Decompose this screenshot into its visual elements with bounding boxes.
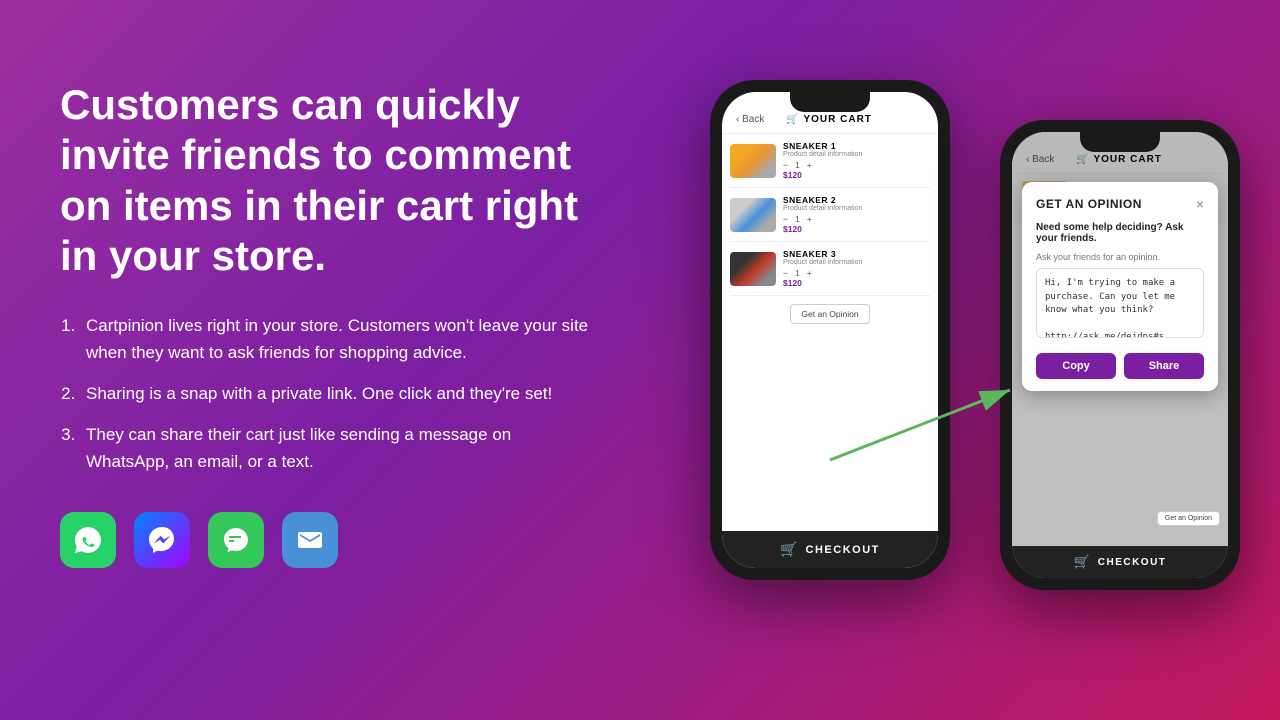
item3-details: SNEAKER 3 Product detail information − 1… <box>783 249 930 288</box>
list-item-1: Cartpinion lives right in your store. Cu… <box>80 312 590 366</box>
checkout-bar-2: 🛒 CHECKOUT <box>1012 546 1228 578</box>
headline: Customers can quickly invite friends to … <box>60 80 590 282</box>
item1-details: SNEAKER 1 Product detail information − 1… <box>783 141 930 180</box>
sneaker3-img <box>730 252 776 286</box>
left-section: Customers can quickly invite friends to … <box>60 80 590 568</box>
qty-minus-3[interactable]: − <box>783 268 788 278</box>
feature-list: Cartpinion lives right in your store. Cu… <box>60 312 590 476</box>
get-opinion-btn-1[interactable]: Get an Opinion <box>790 304 869 324</box>
item3-price: $120 <box>783 278 930 288</box>
qty-minus-1[interactable]: − <box>783 160 788 170</box>
phone-1-screen: ‹ Back 🛒 YOUR CART SNEAKER 1 Product det… <box>722 92 938 568</box>
item3-name: SNEAKER 3 <box>783 249 930 259</box>
messenger-icon <box>134 512 190 568</box>
list-item-3: They can share their cart just like send… <box>80 421 590 475</box>
item2-details: SNEAKER 2 Product detail information − 1… <box>783 195 930 234</box>
modal-subtitle: Need some help deciding? Ask your friend… <box>1036 222 1204 244</box>
share-button[interactable]: Share <box>1124 353 1204 379</box>
item1-name: SNEAKER 1 <box>783 141 930 151</box>
phone-2-notch <box>1080 132 1160 152</box>
checkout-label-2: CHECKOUT <box>1098 557 1167 568</box>
modal-buttons: Copy Share <box>1036 353 1204 379</box>
copy-button[interactable]: Copy <box>1036 353 1116 379</box>
sneaker1-img <box>730 144 776 178</box>
checkout-bar-1: 🛒 CHECKOUT <box>722 531 938 568</box>
qty-3: 1 <box>795 268 800 278</box>
item2-price: $120 <box>783 224 930 234</box>
modal-sub3: Ask your friends for an opinion. <box>1036 252 1204 262</box>
list-item-2: Sharing is a snap with a private link. O… <box>80 380 590 407</box>
qty-1: 1 <box>795 160 800 170</box>
cart-items-1: SNEAKER 1 Product detail information − 1… <box>722 134 938 296</box>
modal-header: GET AN OPINION × <box>1036 196 1204 212</box>
whatsapp-icon <box>60 512 116 568</box>
item1-price: $120 <box>783 170 930 180</box>
mail-icon <box>282 512 338 568</box>
imessage-icon <box>208 512 264 568</box>
phone-1-notch <box>790 92 870 112</box>
item2-desc: Product detail information <box>783 205 930 212</box>
item2-name: SNEAKER 2 <box>783 195 930 205</box>
phone-1: ‹ Back 🛒 YOUR CART SNEAKER 1 Product det… <box>710 80 950 580</box>
opinion-modal: GET AN OPINION × Need some help deciding… <box>1022 182 1218 391</box>
qty-plus-3[interactable]: + <box>807 268 812 278</box>
item1-desc: Product detail information <box>783 151 930 158</box>
cart-title-1: 🛒 YOUR CART <box>786 114 872 125</box>
checkout-label-1: CHECKOUT <box>806 544 880 556</box>
get-opinion-btn-2[interactable]: Get an Opinion <box>1157 511 1220 526</box>
back-btn-1: ‹ Back <box>736 114 764 125</box>
modal-message[interactable]: Hi, I'm trying to make a purchase. Can y… <box>1036 268 1204 338</box>
sneaker2-img <box>730 198 776 232</box>
qty-plus-2[interactable]: + <box>807 214 812 224</box>
qty-minus-2[interactable]: − <box>783 214 788 224</box>
qty-plus-1[interactable]: + <box>807 160 812 170</box>
modal-close-btn[interactable]: × <box>1196 196 1204 212</box>
app-icons-row <box>60 512 590 568</box>
phone-2-screen: ‹ Back 🛒 YOUR CART SNEAKER 1 GET AN OPIN… <box>1012 132 1228 578</box>
modal-title: GET AN OPINION <box>1036 197 1142 211</box>
item3-desc: Product detail information <box>783 259 930 266</box>
phone-2: ‹ Back 🛒 YOUR CART SNEAKER 1 GET AN OPIN… <box>1000 120 1240 590</box>
qty-2: 1 <box>795 214 800 224</box>
phones-container: ‹ Back 🛒 YOUR CART SNEAKER 1 Product det… <box>710 80 1240 590</box>
